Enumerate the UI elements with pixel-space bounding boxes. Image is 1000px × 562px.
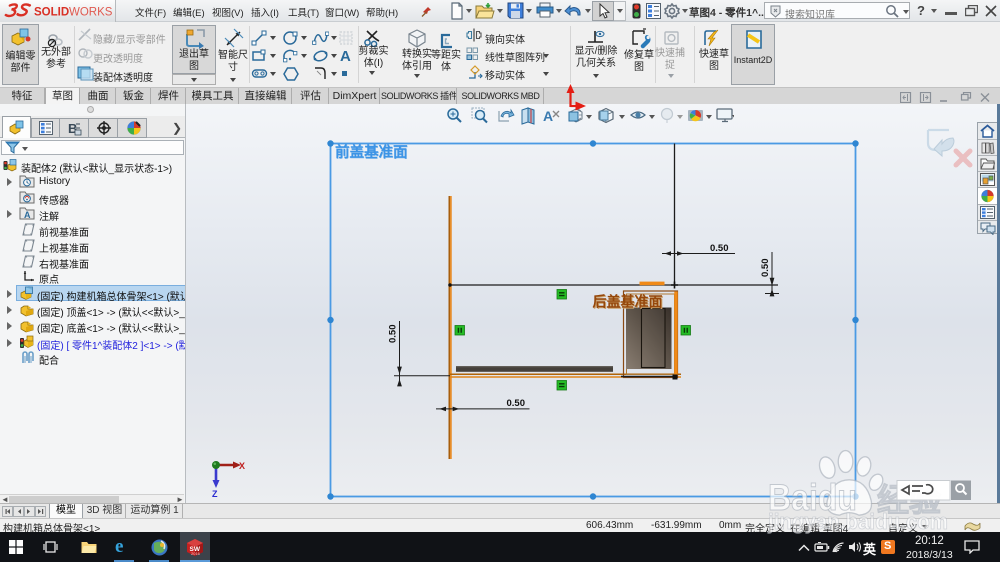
svg-text:2016: 2016 <box>191 551 201 556</box>
svg-text:前盖基准面: 前盖基准面 <box>335 143 408 161</box>
svg-text:0.50: 0.50 <box>388 325 399 344</box>
svg-text:X: X <box>239 461 245 471</box>
svg-text:jingyan.baidu.com: jingyan.baidu.com <box>767 509 948 534</box>
svg-text:WORKS: WORKS <box>69 7 113 19</box>
svg-text:SOLID: SOLID <box>34 7 69 19</box>
svg-text:Z: Z <box>212 489 218 499</box>
svg-text:A: A <box>543 108 553 124</box>
svg-text:0.50: 0.50 <box>760 259 771 278</box>
svg-text:后盖基准面: 后盖基准面 <box>593 294 663 310</box>
svg-text:A: A <box>340 48 351 64</box>
svg-text:A: A <box>24 210 31 220</box>
svg-text:0.50: 0.50 <box>507 398 526 409</box>
svg-text:0.50: 0.50 <box>710 243 729 254</box>
